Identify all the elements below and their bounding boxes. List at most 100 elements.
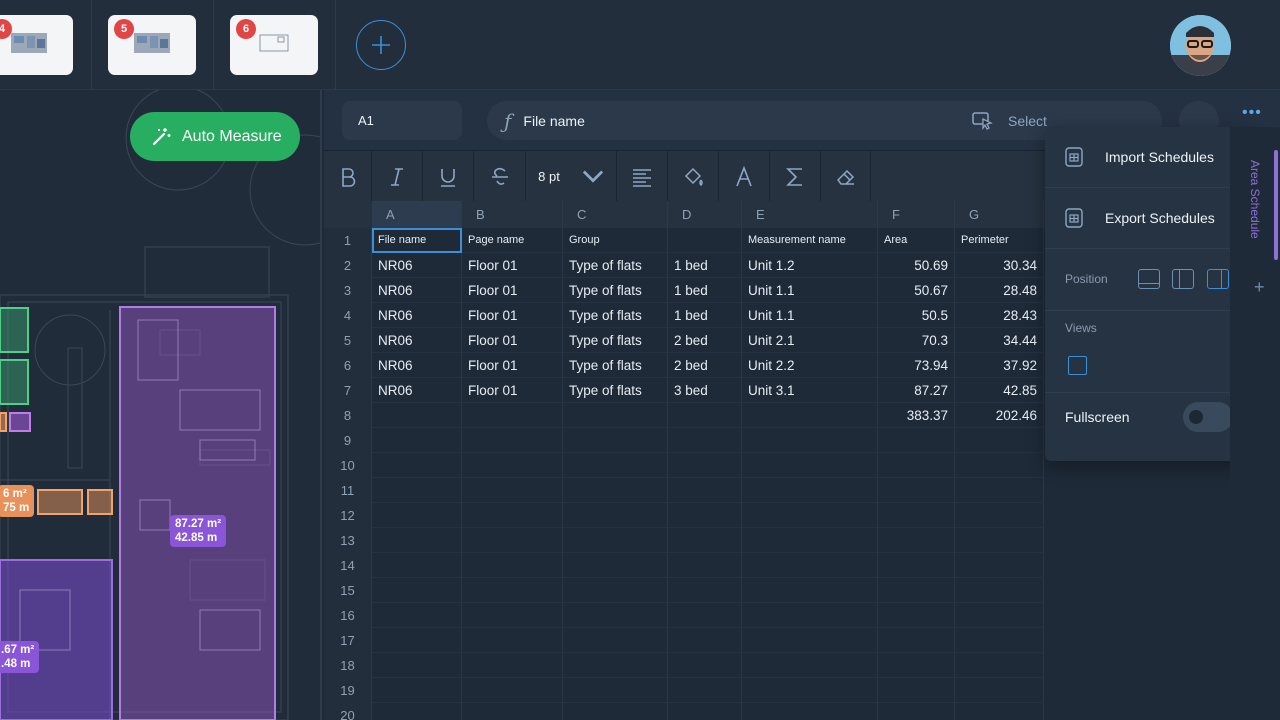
table-cell[interactable]: Floor 01 bbox=[462, 278, 563, 303]
row-header[interactable]: 15 bbox=[324, 578, 371, 603]
table-cell[interactable] bbox=[563, 503, 668, 528]
table-cell[interactable] bbox=[372, 403, 462, 428]
table-cell[interactable] bbox=[668, 678, 742, 703]
table-cell[interactable] bbox=[668, 478, 742, 503]
row-header[interactable]: 8 bbox=[324, 403, 371, 428]
table-cell[interactable] bbox=[668, 428, 742, 453]
table-cell[interactable]: NR06 bbox=[372, 378, 462, 403]
table-cell[interactable]: Group bbox=[563, 228, 668, 253]
table-cell[interactable] bbox=[372, 553, 462, 578]
table-cell[interactable] bbox=[955, 603, 1044, 628]
table-cell[interactable]: Floor 01 bbox=[462, 253, 563, 278]
column-header[interactable]: F bbox=[878, 201, 955, 228]
column-header[interactable]: C bbox=[563, 201, 668, 228]
table-cell[interactable] bbox=[955, 503, 1044, 528]
table-cell[interactable] bbox=[372, 528, 462, 553]
table-cell[interactable] bbox=[955, 653, 1044, 678]
row-header[interactable]: 13 bbox=[324, 528, 371, 553]
table-cell[interactable] bbox=[563, 478, 668, 503]
table-cell[interactable] bbox=[462, 403, 563, 428]
table-cell[interactable] bbox=[955, 453, 1044, 478]
row-header[interactable]: 5 bbox=[324, 328, 371, 353]
table-cell[interactable] bbox=[668, 703, 742, 720]
row-header[interactable]: 17 bbox=[324, 628, 371, 653]
table-cell[interactable] bbox=[462, 703, 563, 720]
table-cell[interactable] bbox=[462, 653, 563, 678]
export-schedules-item[interactable]: Export Schedules bbox=[1045, 188, 1252, 249]
table-cell[interactable] bbox=[372, 453, 462, 478]
table-cell[interactable] bbox=[742, 428, 878, 453]
table-cell[interactable] bbox=[742, 628, 878, 653]
measurement-label[interactable]: 6 m² 75 m bbox=[0, 485, 35, 517]
row-header[interactable]: 20 bbox=[324, 703, 371, 720]
table-cell[interactable] bbox=[372, 603, 462, 628]
table-cell[interactable]: Unit 2.1 bbox=[742, 328, 878, 353]
table-cell[interactable]: Type of flats bbox=[563, 353, 668, 378]
align-button[interactable] bbox=[617, 151, 668, 202]
clear-format-button[interactable] bbox=[821, 151, 871, 202]
row-header[interactable]: 4 bbox=[324, 303, 371, 328]
table-cell[interactable] bbox=[563, 703, 668, 720]
underline-button[interactable] bbox=[423, 151, 474, 202]
table-cell[interactable]: Unit 3.1 bbox=[742, 378, 878, 403]
table-cell[interactable]: Type of flats bbox=[563, 378, 668, 403]
table-cell[interactable]: 42.85 bbox=[955, 378, 1044, 403]
row-header[interactable]: 19 bbox=[324, 678, 371, 703]
table-cell[interactable] bbox=[955, 578, 1044, 603]
table-cell[interactable]: Floor 01 bbox=[462, 353, 563, 378]
table-cell[interactable] bbox=[878, 428, 955, 453]
more-options-icon[interactable]: ••• bbox=[1242, 104, 1262, 122]
add-tab-icon[interactable]: + bbox=[1254, 277, 1265, 298]
table-cell[interactable]: 202.46 bbox=[955, 403, 1044, 428]
table-cell[interactable] bbox=[372, 628, 462, 653]
text-color-button[interactable] bbox=[719, 151, 770, 202]
table-cell[interactable]: 2 bed bbox=[668, 328, 742, 353]
table-cell[interactable]: 1 bed bbox=[668, 303, 742, 328]
table-cell[interactable] bbox=[668, 403, 742, 428]
auto-measure-button[interactable]: Auto Measure bbox=[130, 112, 300, 161]
fill-color-button[interactable] bbox=[668, 151, 719, 202]
table-cell[interactable] bbox=[668, 603, 742, 628]
table-cell[interactable]: Unit 2.2 bbox=[742, 353, 878, 378]
italic-button[interactable] bbox=[372, 151, 423, 202]
table-cell[interactable] bbox=[563, 628, 668, 653]
table-cell[interactable] bbox=[955, 628, 1044, 653]
table-cell[interactable] bbox=[742, 528, 878, 553]
table-cell[interactable]: Measurement name bbox=[742, 228, 878, 253]
table-cell[interactable]: Floor 01 bbox=[462, 303, 563, 328]
table-cell[interactable] bbox=[372, 478, 462, 503]
table-cell[interactable] bbox=[955, 553, 1044, 578]
table-cell[interactable] bbox=[742, 453, 878, 478]
table-cell[interactable] bbox=[563, 603, 668, 628]
table-cell[interactable]: 383.37 bbox=[878, 403, 955, 428]
table-cell[interactable]: Unit 1.1 bbox=[742, 303, 878, 328]
table-cell[interactable] bbox=[462, 503, 563, 528]
table-cell[interactable] bbox=[462, 478, 563, 503]
table-cell[interactable] bbox=[462, 678, 563, 703]
column-header[interactable]: G bbox=[955, 201, 1044, 228]
user-avatar[interactable] bbox=[1170, 15, 1231, 76]
table-cell[interactable]: Page name bbox=[462, 228, 563, 253]
table-cell[interactable] bbox=[668, 528, 742, 553]
row-header[interactable]: 12 bbox=[324, 503, 371, 528]
table-cell[interactable]: NR06 bbox=[372, 328, 462, 353]
measurement-label[interactable]: 87.27 m² 42.85 m bbox=[170, 515, 227, 547]
row-header[interactable]: 16 bbox=[324, 603, 371, 628]
page-thumb-cell-6[interactable]: 6 bbox=[214, 0, 336, 90]
table-cell[interactable] bbox=[462, 428, 563, 453]
table-cell[interactable]: 28.43 bbox=[955, 303, 1044, 328]
row-header[interactable]: 2 bbox=[324, 253, 371, 278]
table-cell[interactable] bbox=[668, 628, 742, 653]
table-cell[interactable] bbox=[372, 428, 462, 453]
table-cell[interactable] bbox=[563, 403, 668, 428]
table-cell[interactable] bbox=[563, 653, 668, 678]
table-cell[interactable] bbox=[742, 703, 878, 720]
table-cell[interactable] bbox=[878, 478, 955, 503]
import-schedules-item[interactable]: Import Schedules bbox=[1045, 127, 1252, 188]
table-cell[interactable] bbox=[878, 603, 955, 628]
table-cell[interactable]: Type of flats bbox=[563, 253, 668, 278]
table-cell[interactable] bbox=[462, 578, 563, 603]
table-cell[interactable] bbox=[462, 553, 563, 578]
table-cell[interactable]: Type of flats bbox=[563, 328, 668, 353]
table-cell[interactable] bbox=[878, 678, 955, 703]
